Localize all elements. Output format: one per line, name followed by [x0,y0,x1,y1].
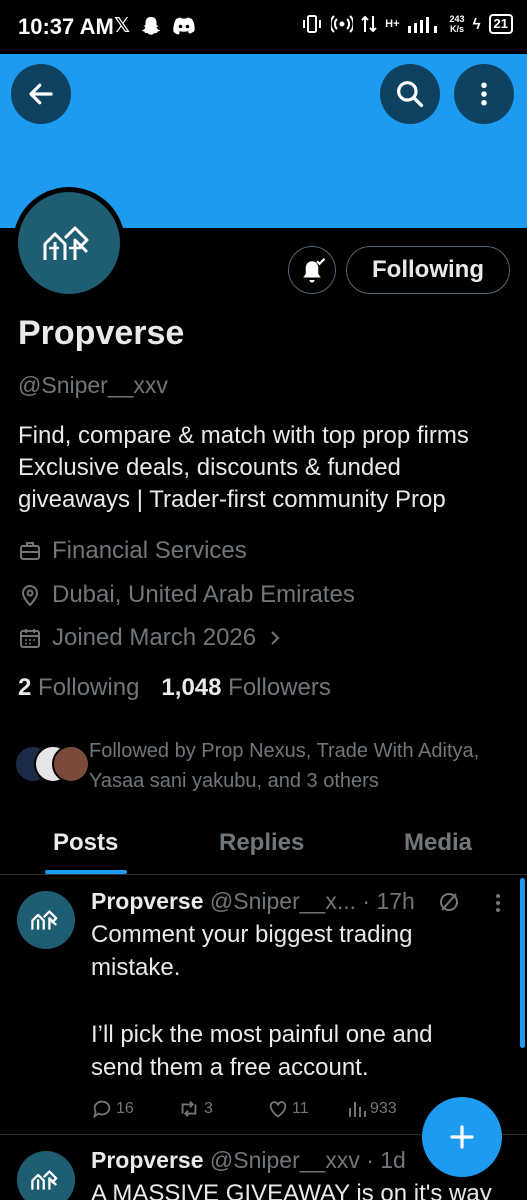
repost-button[interactable]: 3 [177,1098,267,1120]
like-button[interactable]: 11 [267,1098,347,1120]
profile-category: Financial Services [52,537,247,564]
status-bar: 10:37 AM 𝕏 H+ 243 K/s ϟ 21 [0,0,527,54]
hotspot-icon [331,15,354,33]
data-arrows-icon [361,15,377,33]
snapchat-icon [141,16,161,35]
view-count: 933 [370,1100,397,1117]
charging-icon: ϟ [472,15,481,33]
followers-count-link[interactable]: 1,048 Followers [161,674,330,702]
tab-media[interactable]: Media [404,829,472,857]
plus-icon [450,1125,474,1149]
post-author-handle: @Sniper__xxv [209,1147,360,1173]
system-indicators: H+ 243 K/s ϟ 21 [301,14,513,34]
search-icon [397,81,424,108]
post-avatar[interactable] [17,891,75,949]
post-header: Propverse @Sniper__xxv · 1d [91,1147,406,1174]
arrow-left-icon [29,83,53,105]
post-author-name[interactable]: Propverse [91,1147,204,1173]
profile-tabs: Posts Replies Media [0,815,527,875]
compose-post-button[interactable] [422,1097,502,1177]
reply-button[interactable]: 16 [91,1098,177,1120]
vibrate-icon [303,15,322,33]
profile-joined: Joined March 2026 [52,624,257,651]
scrollbar[interactable] [520,878,525,1048]
following-button[interactable]: Following [346,246,510,294]
x-logo-icon: 𝕏 [114,15,131,37]
post-text-1: Comment your biggest trading mistake. [91,921,413,981]
post-time: · 1d [366,1147,406,1173]
active-tab-indicator [45,870,127,874]
tab-replies[interactable]: Replies [219,829,304,857]
network-type: H+ [385,18,400,30]
notification-icons: 𝕏 [114,14,196,38]
display-name: Propverse [18,314,185,352]
views-button[interactable]: 933 [347,1099,397,1119]
mutual-avatar-3 [52,745,90,783]
reply-count: 16 [116,1100,134,1117]
post-avatar[interactable] [17,1151,75,1200]
like-count: 11 [292,1100,309,1117]
repost-count: 3 [204,1100,213,1117]
post-actions: 16 3 11 933 [91,1098,397,1120]
notifications-button[interactable] [288,246,336,294]
post-text-1: A MASSIVE GIVEAWAY is on it's way [91,1180,492,1200]
post-time: · 17h [362,888,415,914]
grok-icon[interactable] [437,890,461,914]
search-button[interactable] [380,64,440,124]
network-speed: 243 K/s [449,14,465,34]
profile-bio: Find, compare & match with top prop firm… [18,422,469,513]
briefcase-icon [20,542,40,560]
reply-icon [93,1100,111,1119]
followed-by-text[interactable]: Followed by Prop Nexus, Trade With Adity… [89,736,509,796]
post-text-2: I’ll pick the most painful one and send … [91,1021,433,1081]
following-count-link[interactable]: 2 Following [18,674,139,702]
mutual-followers-avatars[interactable] [14,745,90,785]
post-more-icon[interactable] [490,892,506,914]
profile-location: Dubai, United Arab Emirates [52,581,355,608]
category-row: Financial Services [18,537,247,565]
repost-icon [181,1101,197,1117]
propverse-logo [18,192,120,294]
post-author-handle: @Sniper__x... [209,888,356,914]
battery-indicator: 21 [488,14,513,34]
views-icon [349,1102,366,1117]
profile-avatar[interactable] [13,187,125,299]
profile-handle: @Sniper__xxv [18,372,168,398]
signal-icon [407,17,437,33]
more-vertical-icon [481,82,487,106]
heart-icon [269,1101,287,1118]
post-item[interactable]: Propverse @Sniper__x... · 17h Comment yo… [0,876,527,1134]
discord-icon [173,17,195,35]
tab-posts[interactable]: Posts [53,829,118,857]
calendar-icon [20,629,40,648]
more-options-button[interactable] [454,64,514,124]
post-author-name[interactable]: Propverse [91,888,204,914]
status-time: 10:37 AM [18,14,114,39]
post-header: Propverse @Sniper__x... · 17h [91,888,415,915]
chevron-right-icon [271,631,280,645]
follow-counts: 2 Following 1,048 Followers [18,674,331,702]
joined-row[interactable]: Joined March 2026 [18,624,284,652]
location-row: Dubai, United Arab Emirates [18,581,355,609]
back-button[interactable] [11,64,71,124]
bell-check-icon [303,257,326,283]
location-pin-icon [21,585,39,607]
